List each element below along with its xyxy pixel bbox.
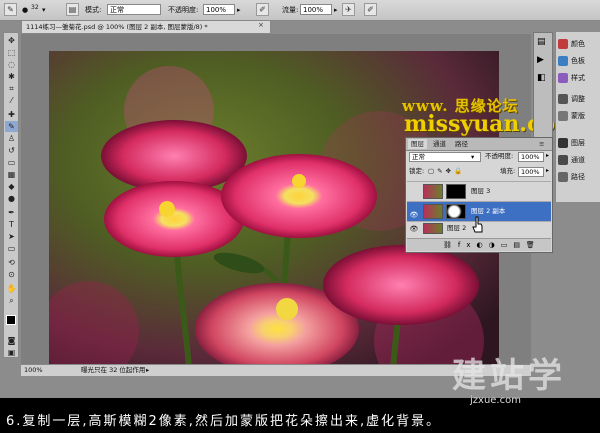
brush-tool-icon[interactable]: ✎ <box>5 121 18 132</box>
zoom-tool-icon[interactable]: ⌕ <box>5 295 18 306</box>
document-tab[interactable]: 1114练习—雏菊花.psd @ 100% (图层 2 副本, 图层蒙版/8) … <box>21 20 271 34</box>
opacity-arrow-icon[interactable]: ▸ <box>237 3 241 17</box>
site-logo: 建站学 <box>452 356 566 396</box>
flow-arrow-icon[interactable]: ▸ <box>334 3 338 17</box>
brush-tool-icon[interactable]: ✎ <box>4 3 17 16</box>
3d-rotate-tool-icon[interactable]: ⟲ <box>5 257 18 268</box>
tab-channels[interactable]: 通道 <box>430 139 449 149</box>
quick-select-tool-icon[interactable]: ✱ <box>5 71 18 82</box>
airbrush-icon[interactable]: ✈ <box>342 3 355 16</box>
gradient-tool-icon[interactable]: ▦ <box>5 169 18 180</box>
layers-panel: 图层 通道 路径 ≡ 正常 ▾ 不透明度: 100% ▸ 锁定: ▢✎✥🔒 填充… <box>405 137 553 253</box>
panel-swatches[interactable]: 色板 <box>558 53 600 70</box>
paths-icon <box>558 172 568 182</box>
layers-panel-tabs: 图层 通道 路径 ≡ <box>406 138 552 151</box>
layer-row-layer3[interactable]: 图层 3 <box>407 181 551 201</box>
flow-label: 流量: <box>282 6 299 14</box>
layer-name: 图层 3 <box>471 187 491 195</box>
chevron-down-icon[interactable]: ▾ <box>42 3 46 17</box>
channels-icon <box>558 155 568 165</box>
chevron-down-icon[interactable]: ▾ <box>471 152 474 162</box>
eye-icon[interactable]: 👁 <box>409 223 419 235</box>
layer-thumbnail <box>423 204 443 219</box>
navigator-panel-icon[interactable]: ◧ <box>537 73 546 83</box>
history-brush-icon[interactable]: ↺ <box>5 145 18 156</box>
panel-styles[interactable]: 样式 <box>558 70 600 87</box>
site-logo-url: jzxue.com <box>470 395 521 406</box>
move-tool-icon[interactable]: ✥ <box>5 35 18 46</box>
marquee-tool-icon[interactable]: ⬚ <box>5 47 18 58</box>
opacity-input[interactable]: 100% <box>203 4 235 15</box>
mode-label: 模式: <box>85 6 102 14</box>
hand-tool-icon[interactable]: ✋ <box>5 283 18 294</box>
brush-size-value: 32 <box>31 4 39 11</box>
history-panel-icon[interactable]: ▤ <box>537 37 546 47</box>
styles-icon <box>558 73 568 83</box>
panel-menu-icon[interactable]: ≡ <box>536 139 547 149</box>
brush-preset-picker[interactable]: ● <box>22 3 28 17</box>
opacity-label: 不透明度: <box>168 6 199 14</box>
masks-icon <box>558 111 568 121</box>
eyedropper-tool-icon[interactable]: ⁄ <box>5 95 18 106</box>
lasso-tool-icon[interactable]: ◌ <box>5 59 18 70</box>
panel-adjustments[interactable]: 调整 <box>558 91 600 108</box>
caption-text: 6.复制一层,高斯模糊2像素,然后加蒙版把花朵擦出来,虚化背景。 <box>6 414 442 429</box>
mask-thumbnail <box>446 204 466 219</box>
toolbox: ✥ ⬚ ◌ ✱ ⌗ ⁄ ✚ ✎ ♙ ↺ ▭ ▦ ◆ ● ✒ T ➤ ▭ ⟲ ⊙ … <box>3 32 20 358</box>
panel-paths[interactable]: 路径 <box>558 169 600 186</box>
lock-icons[interactable]: ▢✎✥🔒 <box>428 166 465 177</box>
healing-tool-icon[interactable]: ✚ <box>5 109 18 120</box>
panel-layers[interactable]: 图层 <box>558 135 600 152</box>
quick-mask-icon[interactable]: ◙ <box>5 335 18 346</box>
pressure-opacity-icon[interactable]: ✐ <box>256 3 269 16</box>
color-icon <box>558 39 568 49</box>
fill-label: 填充: <box>500 167 516 175</box>
hand-cursor-icon <box>472 216 483 233</box>
layers-icon <box>558 138 568 148</box>
swatches-icon <box>558 56 568 66</box>
layer-thumbnail <box>423 223 443 234</box>
status-info: 曝光只在 32 位起作用 <box>81 366 146 374</box>
close-icon[interactable]: × <box>258 21 264 29</box>
mode-select[interactable]: 正常 <box>107 4 161 15</box>
stamp-tool-icon[interactable]: ♙ <box>5 133 18 144</box>
layer-opacity-label: 不透明度: <box>485 152 514 160</box>
layer-opacity-input[interactable]: 100% <box>518 152 544 162</box>
eraser-tool-icon[interactable]: ▭ <box>5 157 18 168</box>
fill-input[interactable]: 100% <box>518 167 544 177</box>
tab-layers[interactable]: 图层 <box>408 139 427 149</box>
tab-paths[interactable]: 路径 <box>452 139 471 149</box>
type-tool-icon[interactable]: T <box>5 219 18 230</box>
layer-thumbnail <box>423 184 443 199</box>
layer-name: 图层 2 <box>447 224 467 232</box>
shape-tool-icon[interactable]: ▭ <box>5 243 18 254</box>
panel-color[interactable]: 颜色 <box>558 36 600 53</box>
adjustments-icon <box>558 94 568 104</box>
brush-panel-toggle-icon[interactable]: ▤ <box>66 3 79 16</box>
flow-input[interactable]: 100% <box>300 4 332 15</box>
pen-tool-icon[interactable]: ✒ <box>5 207 18 218</box>
zoom-level[interactable]: 100% <box>24 365 43 376</box>
layers-bottom-toolbar[interactable]: ⛓fx◐◑▭▤🗑 <box>407 238 551 251</box>
3d-camera-tool-icon[interactable]: ⊙ <box>5 269 18 280</box>
opacity-arrow-icon[interactable]: ▸ <box>546 152 549 159</box>
panel-channels[interactable]: 通道 <box>558 152 600 169</box>
screen-mode-icon[interactable]: ▣ <box>5 347 18 358</box>
actions-panel-icon[interactable]: ▶ <box>537 55 544 65</box>
panel-dock: 颜色 色板 样式 调整 蒙版 图层 通道 路径 <box>555 32 600 202</box>
lock-label: 锁定: <box>409 167 425 175</box>
panel-masks[interactable]: 蒙版 <box>558 108 600 125</box>
path-select-tool-icon[interactable]: ➤ <box>5 231 18 242</box>
mask-thumbnail <box>446 184 466 199</box>
dodge-tool-icon[interactable]: ● <box>5 193 18 204</box>
fill-arrow-icon[interactable]: ▸ <box>546 167 549 174</box>
options-bar: ✎ ● 32 ▾ ▤ 模式: 正常 不透明度: 100% ▸ ✐ 流量: 100… <box>0 0 600 21</box>
pressure-size-icon[interactable]: ✐ <box>364 3 377 16</box>
crop-tool-icon[interactable]: ⌗ <box>5 83 18 94</box>
status-arrow-icon[interactable]: ▸ <box>146 365 149 376</box>
foreground-color-swatch[interactable] <box>6 315 16 325</box>
blur-tool-icon[interactable]: ◆ <box>5 181 18 192</box>
